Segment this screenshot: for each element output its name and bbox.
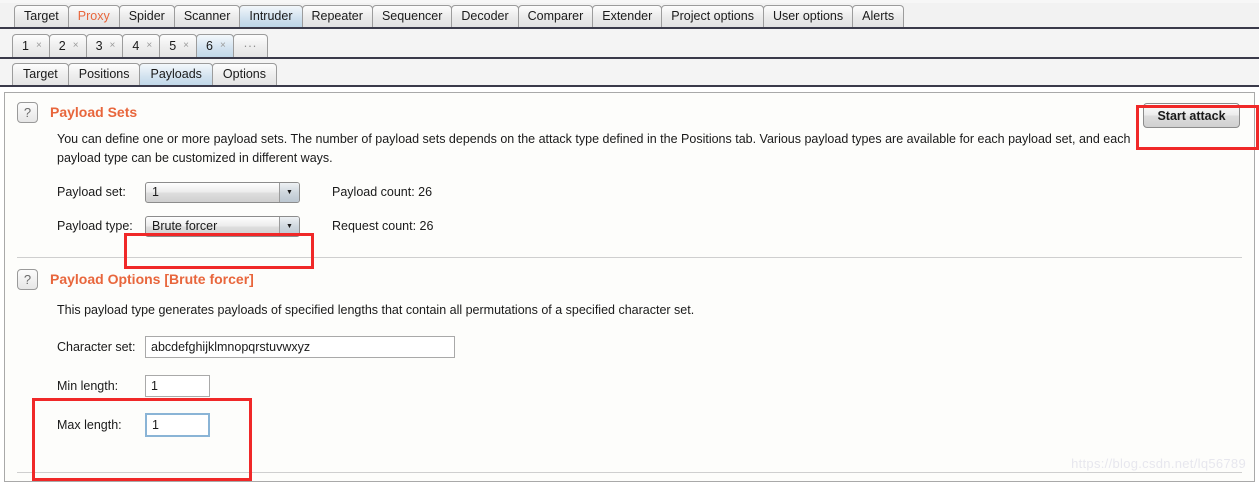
help-icon[interactable]: ? [17, 102, 38, 123]
payload-options-description: This payload type generates payloads of … [57, 303, 695, 317]
attack-tab-label: 2 [58, 39, 66, 53]
attack-tab-4[interactable]: 4 × [122, 34, 161, 57]
tab-comparer[interactable]: Comparer [517, 5, 594, 27]
attack-tab-2[interactable]: 2 × [48, 34, 87, 57]
payload-sets-description: You can define one or more payload sets.… [57, 132, 1131, 165]
subtab-options[interactable]: Options [211, 63, 278, 85]
watermark: https://blog.csdn.net/lq56789 [1071, 456, 1246, 471]
payload-type-label: Payload type: [57, 219, 133, 233]
subtab-target[interactable]: Target [12, 63, 69, 85]
attack-tab-5[interactable]: 5 × [159, 34, 197, 57]
tab-target[interactable]: Target [14, 5, 69, 27]
close-icon[interactable]: × [183, 41, 189, 51]
tab-proxy[interactable]: Proxy [67, 5, 120, 27]
close-icon[interactable]: × [146, 41, 152, 51]
subtab-payloads[interactable]: Payloads [139, 63, 213, 85]
character-set-row: Character set: [57, 335, 1254, 359]
tab-scanner[interactable]: Scanner [173, 5, 241, 27]
payload-type-value: Brute forcer [152, 218, 218, 233]
payload-sets-title: Payload Sets [50, 104, 138, 120]
payload-set-value: 1 [152, 184, 159, 199]
attack-tab-label: 4 [132, 39, 140, 53]
attack-tab-more[interactable]: ... [232, 34, 269, 57]
attack-tab-label: 5 [169, 39, 177, 53]
tab-repeater[interactable]: Repeater [301, 5, 373, 27]
help-icon[interactable]: ? [17, 269, 38, 290]
close-icon[interactable]: × [220, 41, 226, 51]
attack-tab-label: 3 [95, 39, 103, 53]
attack-tab-bar: 1 × 2 × 3 × 4 × 5 × 6 × ... [0, 29, 1259, 59]
character-set-label: Character set: [57, 340, 136, 354]
close-icon[interactable]: × [36, 41, 42, 51]
min-length-row: Min length: [57, 374, 1254, 398]
attack-tab-label: 6 [205, 39, 213, 53]
payload-options-header: ? Payload Options [Brute forcer] [5, 258, 1254, 290]
tab-project-options[interactable]: Project options [661, 5, 764, 27]
character-set-input[interactable] [145, 336, 455, 358]
tab-extender[interactable]: Extender [592, 5, 663, 27]
close-icon[interactable]: × [110, 41, 116, 51]
min-length-label: Min length: [57, 379, 119, 393]
attack-tab-1[interactable]: 1 × [12, 34, 50, 57]
chevron-down-icon[interactable]: ▼ [279, 182, 299, 202]
attack-tab-3[interactable]: 3 × [85, 34, 124, 57]
payload-type-row: Payload type: Brute forcer ▼ Request cou… [57, 215, 1254, 237]
subtab-positions[interactable]: Positions [67, 63, 141, 85]
attack-tab-6[interactable]: 6 × [195, 34, 234, 57]
intruder-sub-tab-bar: Target Positions Payloads Options [0, 59, 1259, 87]
main-tab-bar: Target Proxy Spider Scanner Intruder Rep… [0, 0, 1259, 29]
chevron-down-icon[interactable]: ▼ [279, 216, 299, 236]
tab-spider[interactable]: Spider [118, 5, 175, 27]
payload-set-label: Payload set: [57, 185, 126, 199]
bottom-divider [17, 472, 1242, 473]
max-length-label: Max length: [57, 418, 122, 432]
close-icon[interactable]: × [73, 41, 79, 51]
payload-options-title: Payload Options [Brute forcer] [50, 271, 254, 287]
tab-intruder[interactable]: Intruder [239, 5, 303, 27]
payload-count: Payload count: 26 [332, 185, 433, 199]
payload-set-dropdown[interactable]: 1 ▼ [145, 181, 300, 203]
start-attack-container: Start attack [1143, 103, 1240, 128]
payload-type-dropdown[interactable]: Brute forcer ▼ [145, 215, 300, 237]
request-count: Request count: 26 [332, 219, 434, 233]
min-length-input[interactable] [145, 375, 210, 397]
attack-tab-label: 1 [22, 39, 29, 53]
max-length-row: Max length: [57, 412, 1254, 438]
tab-decoder[interactable]: Decoder [451, 5, 519, 27]
payload-set-row: Payload set: 1 ▼ Payload count: 26 [57, 181, 1254, 203]
payload-sets-header: ? Payload Sets [5, 93, 1254, 123]
tab-user-options[interactable]: User options [762, 5, 854, 27]
tab-alerts[interactable]: Alerts [852, 5, 905, 27]
payloads-panel: Start attack ? Payload Sets You can defi… [4, 92, 1255, 482]
start-attack-button[interactable]: Start attack [1143, 103, 1240, 128]
max-length-input[interactable] [145, 413, 210, 437]
tab-sequencer[interactable]: Sequencer [371, 5, 453, 27]
